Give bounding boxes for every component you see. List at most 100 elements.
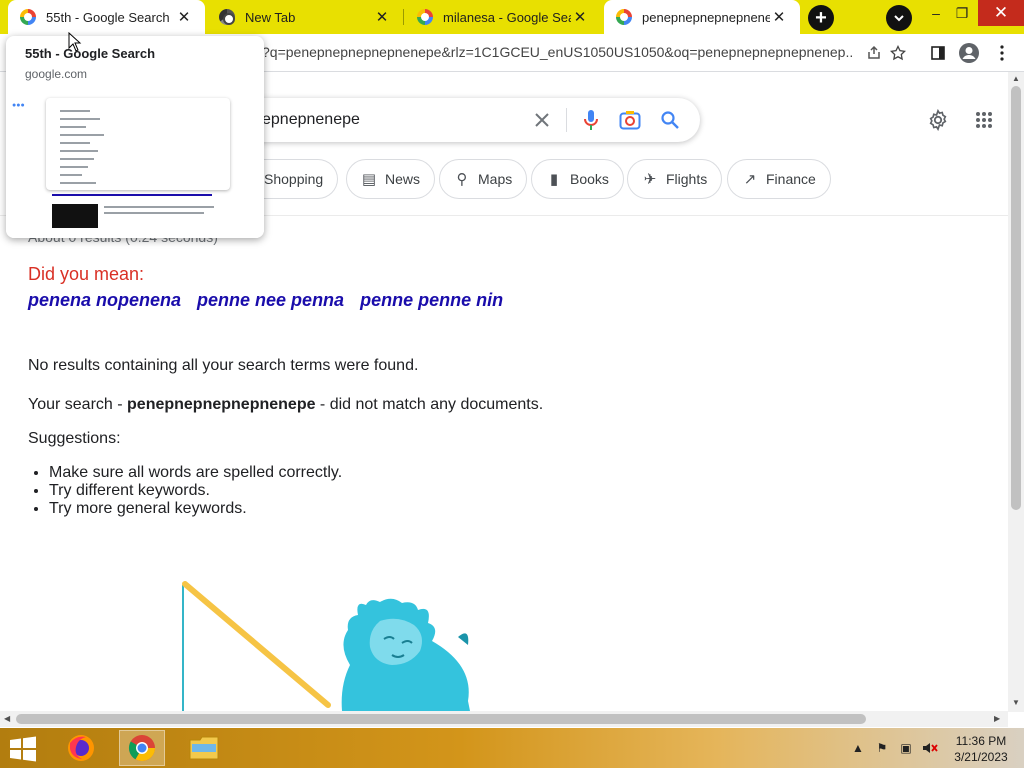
chip-flights[interactable]: ✈ Flights: [627, 159, 723, 199]
list-item: Try more general keywords.: [49, 500, 342, 518]
action-center-flag-icon[interactable]: ⚑: [874, 740, 890, 756]
chrome-icon: [128, 735, 156, 762]
chip-label: Shopping: [264, 171, 324, 187]
suggestion-link[interactable]: penena nopenena: [28, 290, 181, 311]
search-divider: [566, 108, 567, 132]
your-search-message: Your search - penepnepnepnepnenepe - did…: [28, 396, 543, 414]
google-icon: [20, 9, 36, 25]
clock-date: 3/21/2023: [954, 750, 1008, 764]
camera-lens-icon[interactable]: [618, 108, 642, 132]
scroll-right-arrow-icon[interactable]: ▶: [994, 714, 1000, 723]
chrome-taskbar-button[interactable]: [119, 730, 165, 766]
book-icon: ▮: [549, 171, 559, 188]
fishing-rod: [182, 581, 331, 708]
close-icon[interactable]: ✕: [373, 8, 391, 26]
show-hidden-icons-icon[interactable]: ▲: [850, 740, 866, 756]
tab-hover-preview: 55th - Google Search google.com ●●●: [6, 36, 264, 238]
share-icon[interactable]: [862, 41, 886, 65]
windows-start-icon[interactable]: [8, 736, 38, 762]
finance-chart-icon: ↗: [743, 171, 757, 188]
tab-title: New Tab: [245, 9, 296, 25]
new-tab-button[interactable]: +: [808, 5, 834, 31]
list-item: Try different keywords.: [49, 482, 342, 500]
maximize-button[interactable]: ❐: [946, 0, 978, 26]
horizontal-scrollbar[interactable]: ◀ ▶: [0, 711, 1008, 727]
your-search-suffix: - did not match any documents.: [315, 396, 544, 413]
bookmark-star-icon[interactable]: [886, 41, 910, 65]
suggestion-link[interactable]: penne nee penna: [197, 290, 344, 311]
tab-penepnepne-search[interactable]: penepnepnepnepnenepe ✕: [604, 0, 800, 34]
system-clock[interactable]: 11:36 PM 3/21/2023: [945, 733, 1017, 765]
suggestion-link[interactable]: penne penne nin: [360, 290, 503, 311]
close-window-button[interactable]: ✕: [978, 0, 1024, 26]
airplane-icon: ✈: [643, 171, 657, 188]
thumbnail-line: [60, 182, 96, 184]
monster-character: [341, 598, 470, 711]
thumbnail-line: [60, 150, 98, 152]
map-pin-icon: ⚲: [456, 171, 468, 188]
tab-title: penepnepnepnepnenepe: [642, 9, 770, 25]
preview-title: 55th - Google Search: [25, 46, 156, 61]
news-icon: ▤: [361, 171, 377, 188]
file-explorer-taskbar-button[interactable]: [181, 730, 227, 766]
scroll-down-arrow-icon[interactable]: ▼: [1012, 698, 1020, 707]
scroll-left-arrow-icon[interactable]: ◀: [4, 714, 10, 723]
tab-search-button[interactable]: [886, 5, 912, 31]
search-box[interactable]: epnepnenepe: [244, 98, 700, 142]
spelling-suggestions: penena nopenena penne nee penna penne pe…: [28, 290, 503, 311]
chip-books[interactable]: ▮ Books: [531, 159, 624, 199]
tab-separator: [403, 9, 404, 25]
microphone-icon[interactable]: [579, 108, 603, 132]
chip-label: Maps: [478, 171, 513, 187]
menu-kebab-icon[interactable]: [990, 41, 1014, 65]
network-icon[interactable]: ▣: [898, 740, 914, 756]
chip-finance[interactable]: ↗ Finance: [727, 159, 831, 199]
search-input[interactable]: epnepnenepe: [262, 111, 360, 129]
close-icon[interactable]: ✕: [770, 8, 788, 26]
list-item: Make sure all words are spelled correctl…: [49, 464, 342, 482]
volume-muted-icon[interactable]: [922, 740, 938, 756]
profile-avatar[interactable]: [957, 41, 981, 65]
settings-gear-icon[interactable]: [926, 108, 950, 132]
preview-domain: google.com: [25, 67, 88, 81]
address-bar[interactable]: ?q=penepnepnepnepnenepe&rlz=1C1GCEU_enUS…: [262, 44, 852, 60]
thumbnail-line: [60, 174, 82, 176]
thumbnail-link-line: [52, 194, 212, 196]
vertical-scrollbar[interactable]: ▲ ▼: [1008, 72, 1024, 712]
apps-grid-icon[interactable]: [972, 108, 996, 132]
tab-title: 55th - Google Search: [46, 9, 170, 25]
chip-label: Finance: [766, 171, 816, 187]
side-panel-icon[interactable]: [926, 41, 950, 65]
google-icon: [616, 9, 632, 25]
your-search-term: penepnepnepnepnenepe: [127, 396, 316, 413]
chrome-icon: [219, 9, 235, 25]
vertical-scroll-thumb[interactable]: [1011, 86, 1021, 510]
thumbnail-line: [60, 142, 90, 144]
thumbnail-line: [60, 118, 100, 120]
google-logo-icon: ●●●: [12, 102, 25, 109]
chevron-down-icon: [894, 15, 904, 22]
close-icon[interactable]: ✕: [175, 8, 193, 26]
windows-taskbar: ▲ ⚑ ▣ 11:36 PM 3/21/2023: [0, 728, 1024, 768]
chip-label: Books: [570, 171, 609, 187]
firefox-taskbar-button[interactable]: [58, 730, 104, 766]
tab-55th-google-search[interactable]: 55th - Google Search ✕: [8, 0, 205, 34]
horizontal-scroll-thumb[interactable]: [16, 714, 866, 724]
close-icon[interactable]: ✕: [571, 8, 589, 26]
chip-maps[interactable]: ⚲ Maps: [439, 159, 528, 199]
tab-new-tab[interactable]: New Tab ✕: [207, 0, 404, 34]
no-results-message: No results containing all your search te…: [28, 357, 419, 374]
folder-icon: [189, 736, 219, 760]
no-results-illustration: [182, 581, 470, 711]
search-icon[interactable]: [658, 108, 682, 132]
did-you-mean-label: Did you mean:: [28, 264, 145, 284]
scroll-up-arrow-icon[interactable]: ▲: [1012, 74, 1020, 83]
thumbnail-line: [60, 110, 90, 112]
mouse-cursor-icon: [68, 32, 82, 52]
chip-news[interactable]: ▤ News: [346, 159, 436, 199]
clear-search-icon[interactable]: [530, 108, 554, 132]
firefox-icon: [68, 735, 94, 761]
thumbnail-image: [52, 204, 98, 228]
tab-milanesa-google-search[interactable]: milanesa - Google Search ✕: [405, 0, 601, 34]
suggestions-heading: Suggestions:: [28, 430, 121, 447]
